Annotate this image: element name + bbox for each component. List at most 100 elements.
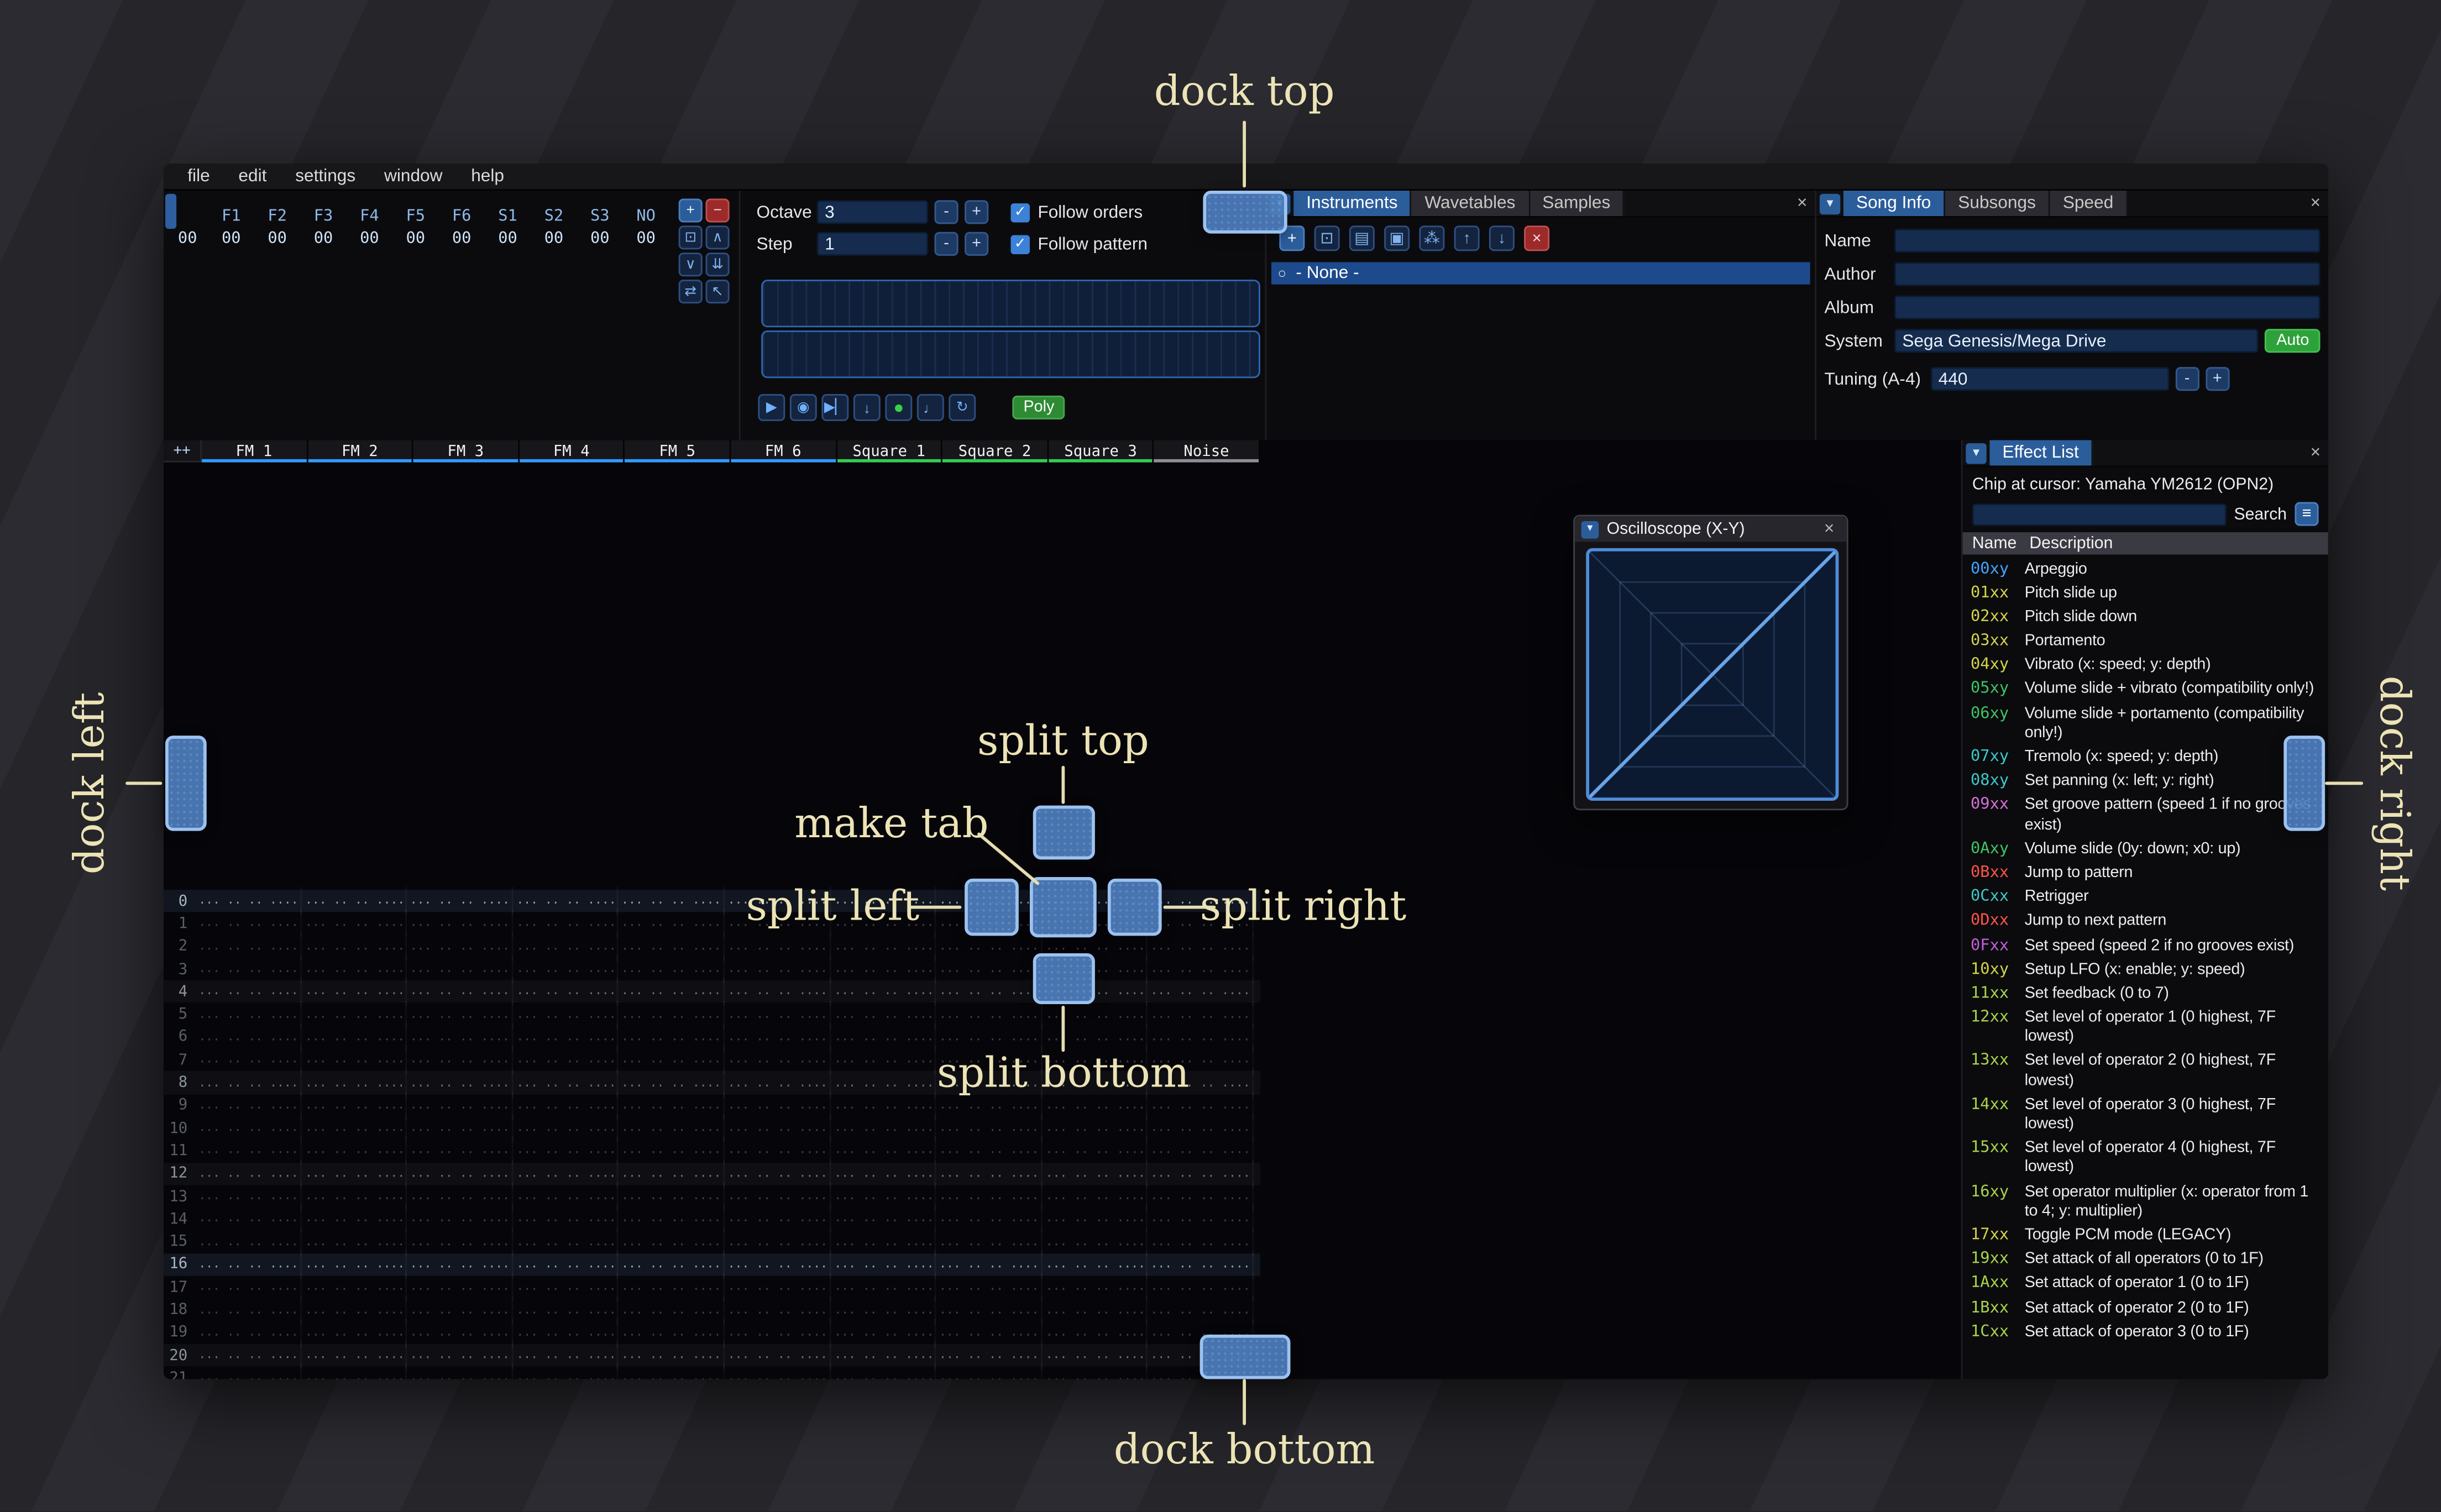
order-cell[interactable]: 00 (531, 230, 577, 248)
octave-input[interactable] (816, 200, 928, 224)
pattern-cell[interactable]: ··· ·· ·· ···· (830, 1363, 936, 1379)
dock-left-indicator[interactable] (165, 736, 207, 831)
pattern-rows[interactable]: 0 ··· ·· ·· ···· ··· ·· ·· ···· ··· ·· ·· … (164, 886, 1260, 1379)
pattern-cell[interactable]: ··· ·· ·· ···· (619, 1363, 725, 1379)
pattern-row[interactable]: 18 ··· ·· ·· ···· ··· ·· ·· ···· ··· ·· ··… (164, 1295, 1260, 1325)
tuning-decrease-button[interactable]: - (2175, 367, 2199, 391)
orders-toolbar-button[interactable]: + (678, 198, 703, 223)
playback-button[interactable]: ◉ (789, 394, 817, 421)
instrument-toolbar-button[interactable]: × (1524, 225, 1550, 251)
step-input[interactable] (816, 232, 928, 256)
pattern-row[interactable]: 11 ··· ·· ·· ···· ··· ·· ·· ···· ··· ·· ··… (164, 1136, 1260, 1166)
order-cell[interactable]: 00 (300, 230, 346, 248)
playback-button[interactable]: ↻ (949, 394, 976, 421)
instrument-list-item[interactable]: ○ - None - (1271, 262, 1810, 285)
playback-button[interactable]: ▶▏ (821, 394, 849, 421)
channel-header[interactable]: FM 1 (202, 440, 308, 463)
instrument-toolbar-button[interactable]: ▣ (1384, 225, 1410, 251)
dock-bottom-indicator[interactable] (1199, 1335, 1291, 1379)
close-icon[interactable]: × (2303, 191, 2328, 216)
menu-item[interactable]: window (370, 167, 457, 186)
pattern-cell[interactable]: ··· ·· ·· ···· (936, 1363, 1043, 1379)
pattern-cell[interactable]: ··· ·· ·· ···· (725, 1363, 831, 1379)
pattern-cell[interactable]: ··· ·· ·· ···· (1042, 1363, 1148, 1379)
pattern-cell[interactable]: ··· ·· ·· ···· (196, 1363, 302, 1379)
channel-header[interactable]: Square 1 (836, 440, 943, 463)
split-right-indicator[interactable] (1107, 878, 1162, 936)
instrument-toolbar-button[interactable]: ↓ (1489, 225, 1515, 251)
orders-toolbar-button[interactable]: ∨ (678, 253, 703, 277)
song-info-tab[interactable]: Song Info (1843, 191, 1946, 216)
playback-button[interactable]: ● (885, 394, 913, 421)
dock-right-indicator[interactable] (2283, 736, 2325, 831)
follow-orders-checkbox[interactable]: ✓ (1010, 202, 1030, 222)
pattern-cell[interactable]: ··· ·· ·· ···· (407, 1363, 513, 1379)
channel-header[interactable]: Square 2 (942, 440, 1049, 463)
channel-header[interactable]: Square 3 (1048, 440, 1155, 463)
step-decrease-button[interactable]: - (934, 232, 958, 256)
pattern-row[interactable]: 10 ··· ·· ·· ···· ··· ·· ·· ···· ··· ·· ··… (164, 1114, 1260, 1143)
pattern-row[interactable]: 5 ··· ·· ·· ···· ··· ·· ·· ···· ··· ·· ·· … (164, 1000, 1260, 1029)
playback-button[interactable]: ▶ (758, 394, 785, 421)
order-cell[interactable]: 00 (623, 230, 669, 248)
split-left-indicator[interactable] (965, 878, 1019, 936)
pattern-row[interactable]: 4 ··· ·· ·· ···· ··· ·· ·· ···· ··· ·· ·· … (164, 978, 1260, 1006)
piano-upper-half[interactable] (761, 280, 1260, 328)
name-input[interactable] (1894, 229, 2320, 253)
instrument-toolbar-button[interactable]: ⁂ (1419, 225, 1445, 251)
order-cell[interactable]: 00 (485, 230, 531, 248)
orders-row[interactable]: 00 00 00 00 00 00 00 00 00 00 00 (167, 230, 739, 248)
pattern-row[interactable]: 2 ··· ·· ·· ···· ··· ·· ·· ···· ··· ·· ·· … (164, 932, 1260, 961)
octave-decrease-button[interactable]: - (934, 200, 958, 224)
pattern-row[interactable]: 20 ··· ·· ·· ···· ··· ·· ·· ···· ··· ·· ··… (164, 1341, 1260, 1370)
order-cell[interactable]: 00 (347, 230, 392, 248)
collapse-arrow-icon[interactable]: ▼ (1819, 193, 1841, 215)
menu-item[interactable]: help (457, 167, 518, 186)
instrument-toolbar-button[interactable]: ⊡ (1314, 225, 1340, 251)
orders-toolbar-button[interactable]: ⇄ (678, 280, 703, 304)
channel-header[interactable]: FM 2 (307, 440, 414, 463)
menu-item[interactable]: file (173, 167, 224, 186)
instrument-toolbar-button[interactable]: ↑ (1454, 225, 1480, 251)
channel-header[interactable]: FM 4 (519, 440, 625, 463)
channel-header[interactable]: Noise (1154, 440, 1260, 463)
close-icon[interactable]: × (2303, 440, 2328, 465)
oscilloscope-title-bar[interactable]: ▼ Oscilloscope (X-Y) × (1575, 516, 1847, 542)
pattern-cell[interactable]: ··· ·· ·· ···· (513, 1363, 619, 1379)
author-input[interactable] (1894, 262, 2320, 286)
pattern-cell[interactable]: ··· ·· ·· ···· (301, 1363, 407, 1379)
channel-header[interactable]: FM 3 (413, 440, 520, 463)
orders-toolbar-button[interactable]: − (705, 198, 730, 223)
song-info-tab[interactable]: Speed (2050, 191, 2128, 216)
tuning-input[interactable] (1930, 367, 2169, 391)
order-cell[interactable]: 00 (392, 230, 438, 248)
orders-toolbar-button[interactable]: ∧ (705, 225, 730, 250)
pattern-row[interactable]: 3 ··· ·· ·· ···· ··· ·· ·· ···· ··· ·· ·· … (164, 955, 1260, 984)
pattern-expand-button[interactable]: ++ (164, 440, 202, 463)
pattern-row[interactable]: 15 ··· ·· ·· ···· ··· ·· ·· ···· ··· ·· ··… (164, 1227, 1260, 1257)
instruments-tab[interactable]: Instruments (1293, 191, 1412, 216)
follow-pattern-checkbox[interactable]: ✓ (1010, 234, 1030, 254)
piano-lower-half[interactable] (761, 330, 1260, 379)
hamburger-menu-icon[interactable]: ≡ (2295, 502, 2319, 526)
instrument-list[interactable]: ○ - None - (1266, 259, 1815, 288)
dock-top-indicator[interactable] (1203, 191, 1287, 234)
menu-item[interactable]: edit (224, 167, 281, 186)
order-cell[interactable]: 00 (577, 230, 623, 248)
close-icon[interactable]: × (1818, 519, 1840, 539)
pattern-row[interactable]: 19 ··· ·· ·· ···· ··· ·· ·· ···· ··· ·· ··… (164, 1318, 1260, 1347)
octave-increase-button[interactable]: + (965, 200, 989, 224)
split-top-indicator[interactable] (1033, 805, 1095, 860)
piano-input[interactable] (761, 280, 1260, 379)
auto-button[interactable]: Auto (2265, 329, 2320, 353)
song-info-tab[interactable]: Subsongs (1945, 191, 2050, 216)
step-increase-button[interactable]: + (965, 232, 989, 256)
pattern-row[interactable]: 6 ··· ·· ·· ···· ··· ·· ·· ···· ··· ·· ·· … (164, 1023, 1260, 1052)
pattern-row[interactable]: 14 ··· ·· ·· ···· ··· ·· ·· ···· ··· ·· ··… (164, 1205, 1260, 1233)
instrument-toolbar-button[interactable]: ▤ (1349, 225, 1375, 251)
order-cell[interactable]: 00 (254, 230, 300, 248)
instruments-tab[interactable]: Wavetables (1412, 191, 1530, 216)
playback-button[interactable]: ♩ (916, 394, 944, 421)
menu-item[interactable]: settings (281, 167, 370, 186)
order-cell[interactable]: 00 (208, 230, 254, 248)
